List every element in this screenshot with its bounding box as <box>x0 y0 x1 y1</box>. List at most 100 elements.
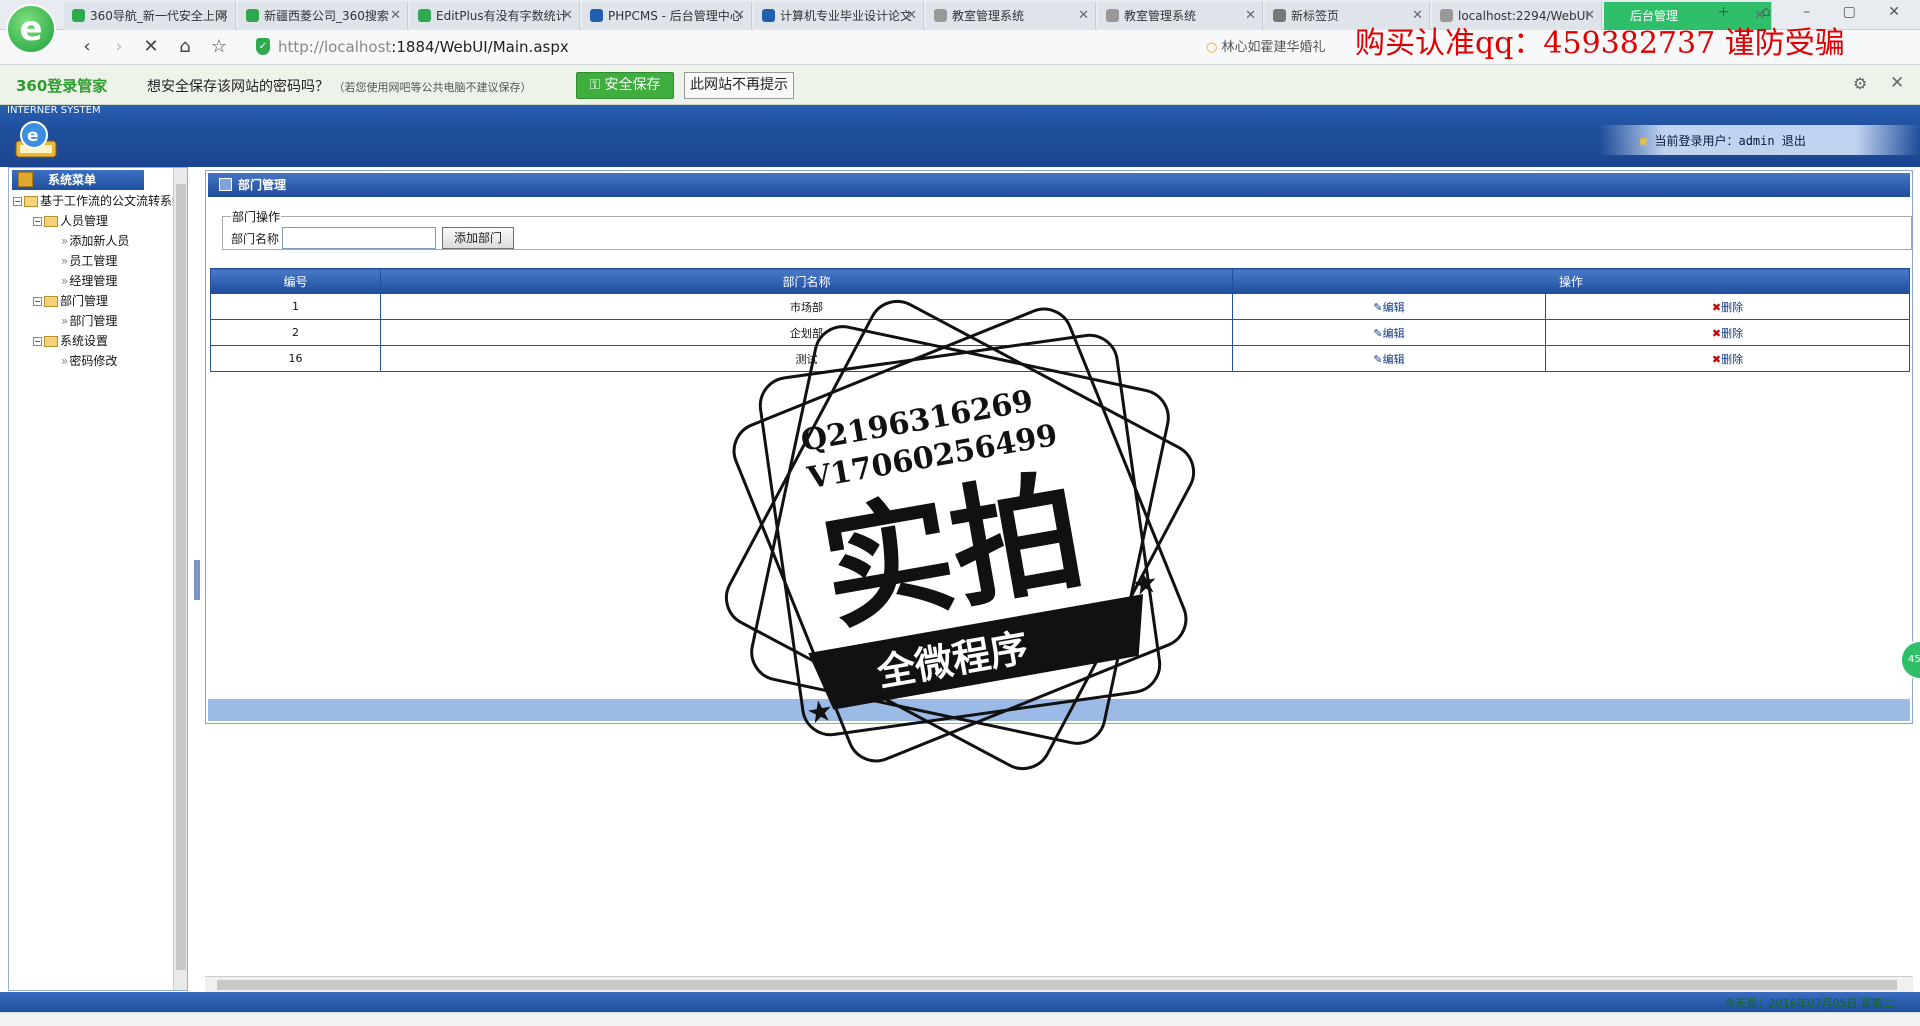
app-logo-icon: e <box>15 121 57 158</box>
tree-item[interactable]: »添加新人员 <box>61 232 129 250</box>
department-table: 编号 部门名称 操作 1 市场部 ✎编辑 ✖删除 2 企划部 ✎编辑 ✖删除 16 测试 ✎编辑 ✖删… <box>210 268 1910 372</box>
home-folder-icon <box>24 196 38 207</box>
delete-cell: ✖删除 <box>1545 319 1910 346</box>
browser-tab[interactable]: 教室管理系统 ✕ <box>926 2 1096 30</box>
tab-favicon-icon <box>72 9 85 22</box>
table-row: 2 企划部 ✎编辑 ✖删除 <box>210 319 1910 346</box>
tab-close-icon[interactable]: ✕ <box>906 2 917 30</box>
tree-group[interactable]: − 人员管理 <box>33 212 108 230</box>
splitter-handle[interactable] <box>194 560 200 600</box>
home-icon[interactable]: ⌂ <box>174 36 196 58</box>
tab-label: 教室管理系统 <box>952 9 1025 23</box>
collapse-icon[interactable]: − <box>33 217 42 226</box>
secure-shield-icon[interactable]: ✓ <box>256 38 270 55</box>
arrow-icon: » <box>61 254 69 268</box>
delete-link[interactable]: ✖删除 <box>1712 353 1743 366</box>
horizontal-scrollbar[interactable] <box>205 976 1913 992</box>
cell-id: 2 <box>210 319 381 346</box>
tab-label: 计算机专业毕业设计论文 <box>780 9 913 23</box>
panel-icon <box>219 178 232 191</box>
delete-cell: ✖删除 <box>1545 293 1910 320</box>
arrow-icon: » <box>61 234 69 248</box>
sidebar: 系统菜单 − 基于工作流的公文流转系统 − 人员管理 »添加新人员 »员工管理 »经理管理 −… <box>8 167 188 991</box>
tab-label: 新疆西菱公司_360搜索 <box>264 9 389 23</box>
edit-cell: ✎编辑 <box>1232 293 1546 320</box>
collapse-icon[interactable]: − <box>13 197 22 206</box>
delete-link[interactable]: ✖删除 <box>1712 301 1743 314</box>
browser-status-bar <box>0 1012 1920 1026</box>
arrow-icon: » <box>61 354 69 368</box>
logout-link[interactable]: 退出 <box>1782 134 1806 148</box>
close-icon[interactable]: ✕ <box>1890 73 1904 93</box>
tab-favicon-icon <box>246 9 259 22</box>
browser-tab[interactable]: 计算机专业毕业设计论文 ✕ <box>754 2 924 30</box>
collapse-icon[interactable]: − <box>33 337 42 346</box>
edit-icon: ✎ <box>1373 300 1383 314</box>
search-icon: ○ <box>1206 40 1218 55</box>
delete-cell: ✖删除 <box>1545 345 1910 372</box>
add-department-button[interactable]: 添加部门 <box>442 227 514 249</box>
edit-link[interactable]: ✎编辑 <box>1373 327 1404 340</box>
column-header-name: 部门名称 <box>380 268 1233 294</box>
collapse-icon[interactable]: − <box>33 297 42 306</box>
browser-tab[interactable]: PHPCMS - 后台管理中心 ✕ <box>582 2 752 30</box>
tree-group[interactable]: − 部门管理 <box>33 292 108 310</box>
tab-label: 新标签页 <box>1291 9 1340 23</box>
browser-tab[interactable]: 教室管理系统 ✕ <box>1098 2 1263 30</box>
tab-close-icon[interactable]: ✕ <box>1245 2 1256 30</box>
search-box[interactable]: ○ 林心如霍建华婚礼 <box>1206 36 1366 59</box>
tab-close-icon[interactable]: ✕ <box>390 2 401 30</box>
safe-save-button[interactable]: ⚿ 安全保存 <box>576 72 674 99</box>
browser-tab[interactable]: 新疆西菱公司_360搜索 ✕ <box>238 2 408 30</box>
never-prompt-button[interactable]: 此网站不再提示 <box>684 72 794 99</box>
sidebar-scrollbar[interactable] <box>173 168 187 990</box>
delete-icon: ✖ <box>1711 352 1722 366</box>
tab-favicon-icon <box>934 9 947 22</box>
edit-cell: ✎编辑 <box>1232 345 1546 372</box>
key-icon: ⚿ <box>589 77 601 93</box>
tab-close-icon[interactable]: ✕ <box>218 2 229 30</box>
app-header: INTERNER SYSTEM e ▣ 当前登录用户：admin 退出 <box>0 105 1920 167</box>
tab-label: 教室管理系统 <box>1124 9 1197 23</box>
tree-root[interactable]: − 基于工作流的公文流转系统 <box>13 192 184 210</box>
url-input[interactable]: http://localhost:1884/WebUI/Main.aspx <box>278 36 1138 59</box>
column-header-id: 编号 <box>210 268 381 294</box>
bookmark-star-icon[interactable]: ☆ <box>208 36 230 58</box>
panel-title: 部门管理 <box>208 173 1910 197</box>
scrollbar-thumb[interactable] <box>176 184 186 970</box>
browser-tab[interactable]: EditPlus有没有字数统计 ✕ <box>410 2 580 30</box>
tab-close-icon[interactable]: ✕ <box>562 2 573 30</box>
tab-close-icon[interactable]: ✕ <box>1078 2 1089 30</box>
table-row: 1 市场部 ✎编辑 ✖删除 <box>210 293 1910 320</box>
stop-loading-icon[interactable]: ✕ <box>140 36 162 58</box>
browser-tab[interactable]: 360导航_新一代安全上网 ✕ <box>64 2 236 30</box>
back-icon[interactable]: ‹ <box>76 36 98 58</box>
password-save-bar: 360登录管家 想安全保存该网站的密码吗？ （若您使用网吧等公共电脑不建议保存）… <box>0 65 1920 105</box>
tree-item[interactable]: »部门管理 <box>61 312 117 330</box>
cell-name: 市场部 <box>380 293 1233 320</box>
tree-item[interactable]: »经理管理 <box>61 272 117 290</box>
delete-link[interactable]: ✖删除 <box>1712 327 1743 340</box>
scrollbar-thumb[interactable] <box>217 980 1897 990</box>
delete-icon: ✖ <box>1711 300 1722 314</box>
edit-link[interactable]: ✎编辑 <box>1373 353 1404 366</box>
tab-favicon-icon <box>762 9 775 22</box>
cell-id: 1 <box>210 293 381 320</box>
user-icon: ▣ <box>1640 134 1648 148</box>
edit-icon: ✎ <box>1373 352 1383 366</box>
edit-cell: ✎编辑 <box>1232 319 1546 346</box>
tree-item[interactable]: »员工管理 <box>61 252 117 270</box>
tree-group[interactable]: − 系统设置 <box>33 332 108 350</box>
arrow-icon: » <box>61 314 69 328</box>
scam-warning-banner: 购买认准qq：459382737 谨防受骗 <box>1355 26 1845 61</box>
department-name-input[interactable] <box>282 227 436 249</box>
date-display: 今天是：2016年07月05日 星期二 <box>1724 997 1894 1010</box>
forward-icon[interactable]: › <box>108 36 130 58</box>
edit-link[interactable]: ✎编辑 <box>1373 301 1404 314</box>
tab-close-icon[interactable]: ✕ <box>734 2 745 30</box>
gear-icon[interactable]: ⚙ <box>1853 74 1867 93</box>
tree-item[interactable]: »密码修改 <box>61 352 117 370</box>
folder-icon <box>44 336 58 347</box>
tab-label: PHPCMS - 后台管理中心 <box>608 9 742 23</box>
browser-logo-icon[interactable]: e <box>6 4 56 54</box>
